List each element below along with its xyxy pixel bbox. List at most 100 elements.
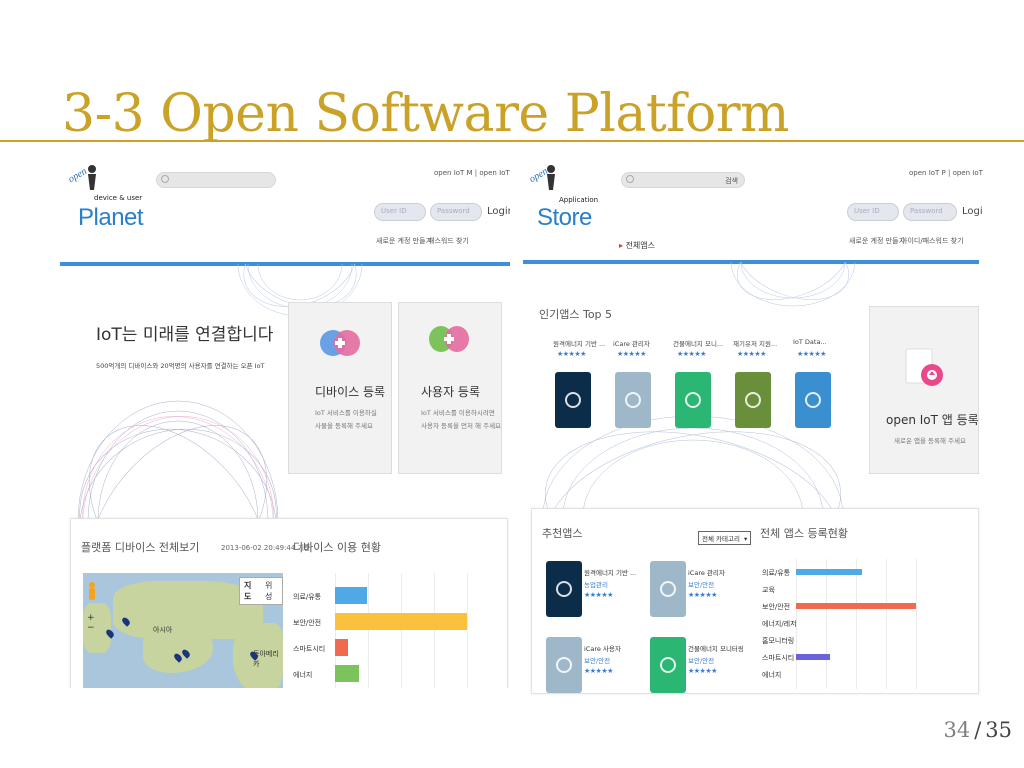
header-divider [60,262,510,266]
map-label-east: 동아메리카 [253,650,279,668]
power-icon-glyph [556,581,572,597]
planet-screenshot: open device & user Planet open IoT M | o… [60,156,510,688]
logo-subtitle: Application [559,196,599,204]
rating-stars: ★★★★★ [688,591,717,599]
rating-stars: ★★★★★ [617,350,646,358]
grid-line [434,573,435,688]
rating-stars: ★★★★★ [737,350,766,358]
category-dropdown-value: 전체 카테고리 [702,535,740,543]
sensor-icon-glyph [745,392,761,408]
app-name: iCare 관리자 [613,340,650,348]
bar-label: 보안/안전 [762,603,791,611]
app-name[interactable]: iCare 사용자 [584,643,621,653]
bar [796,603,916,609]
find-password-link[interactable]: 패스워드 찾기 [428,236,469,246]
bar [335,639,349,656]
app-name[interactable]: 건물에너지 모니터링 [688,643,744,653]
signup-link[interactable]: 새로운 계정 만들기 [376,236,432,246]
device-register-card[interactable]: 디바이스 등록 IoT 서비스를 이용하실 사물을 등록해 주세요 [288,302,392,474]
energy-icon-glyph [685,392,701,408]
top-links[interactable]: open IoT P | open IoT M [909,169,983,177]
map-toggle-map[interactable]: 지도 [240,578,261,604]
rating-stars: ★★★★★ [677,350,706,358]
store-bottom-panel: 추천앱스 전체 카테고리 ▾ 전체 앱스 등록현황 의료/유통 교육 보안/안전 에너… [531,508,979,694]
login-button[interactable]: Login [962,206,983,217]
street-view-icon[interactable] [87,581,97,601]
register-app-card[interactable]: open IoT 앱 등록 새로운 앱을 등록해 주세요 [869,306,979,474]
energy-icon-glyph [660,657,676,673]
page-current: 34 [943,718,971,742]
top-links[interactable]: open IoT M | open IoT S [434,169,510,177]
grid-line [467,573,468,688]
bar-label: 의료/유통 [293,592,322,601]
page-total: 35 [985,718,1012,742]
search-icon [626,175,634,183]
user-register-desc-2: 사용자 등록을 먼저 해 주세요 [421,422,502,430]
power-icon[interactable] [555,372,591,428]
bar [335,587,367,604]
decorative-pattern [730,262,856,307]
app-register-icon [905,348,943,386]
app-category: 보안/안전 [688,657,715,665]
password-field[interactable]: Password [430,203,482,221]
grid-line [856,559,857,689]
bar [335,665,359,682]
app-category: 농업관리 [584,581,608,589]
logo-subtitle: device & user [94,194,143,202]
bar [335,613,467,630]
app-name[interactable]: 원격에너지 기반 ... [584,567,636,577]
device-overview-title: 플랫폼 디바이스 전체보기 [81,541,200,554]
user-add-icon [429,326,469,352]
register-app-subtitle: 새로운 앱을 등록해 주세요 [894,437,966,445]
hero-title: IoT는 미래를 연결합니다 [96,325,274,345]
category-dropdown[interactable]: 전체 카테고리 ▾ [698,531,752,545]
device-map[interactable]: 아시아 동아메리카 지도 위성 + − [83,573,283,688]
password-field[interactable]: Password [903,203,957,221]
energy-icon[interactable] [675,372,711,428]
user-id-field[interactable]: User ID [847,203,899,221]
find-account-link[interactable]: 아이디/패스워드 찾기 [901,236,964,246]
icare-icon[interactable] [546,637,582,693]
header-divider [523,260,979,264]
map-label-asia: 아시아 [153,626,173,634]
app-name[interactable]: iCare 관리자 [688,567,725,577]
device-register-title: 디바이스 등록 [315,385,386,399]
search-input[interactable]: 검색 [621,172,745,188]
search-icon [161,175,169,183]
register-app-title: open IoT 앱 등록 [886,413,979,427]
map-type-toggle[interactable]: 지도 위성 [239,577,283,605]
sensor-icon[interactable] [735,372,771,428]
signup-link[interactable]: 새로운 계정 만들기 [849,236,905,246]
page-number: 34/35 [943,718,1012,742]
grid-line [826,559,827,689]
bar [796,569,862,575]
zoom-controls[interactable]: + − [87,613,95,633]
reg-status-chart: 의료/유통 교육 보안/안전 에너지/레저 홈모니터링 스마트시티 에너지 [760,559,970,689]
nav-arrow-icon: ▸ [619,241,624,250]
icare-icon-glyph [556,657,572,673]
grid-line [401,573,402,688]
search-input[interactable] [156,172,276,188]
slide-title: 3-3 Open Software Platform [62,84,789,144]
hero-subtitle: 500억개의 디바이스와 20억명의 사용자를 연결하는 오픈 IoT [96,362,265,370]
device-register-desc-2: 사물을 등록해 주세요 [315,422,373,430]
power-icon[interactable] [546,561,582,617]
app-name: 건물에너지 모니... [673,340,724,348]
user-id-field[interactable]: User ID [374,203,426,221]
usage-title: 디바이스 이용 현황 [293,541,381,554]
nav-all-apps[interactable]: ▸ 전체앱스 [619,240,655,251]
user-register-card[interactable]: 사용자 등록 IoT 서비스를 이용하시려면 사용자 등록을 먼저 해 주세요 [398,302,502,474]
bar-label: 교육 [762,586,775,594]
icare-icon[interactable] [650,561,686,617]
login-button[interactable]: Login [487,206,510,217]
energy-icon[interactable] [650,637,686,693]
icare-icon-glyph [625,392,641,408]
reg-status-title: 전체 앱스 등록현황 [760,527,848,540]
map-toggle-satellite[interactable]: 위성 [261,578,282,604]
app-category: 보안/안전 [584,657,611,665]
icare-icon[interactable] [615,372,651,428]
mashup-icon[interactable] [795,372,831,428]
search-button[interactable]: 검색 [725,176,738,186]
device-overview-panel: 플랫폼 디바이스 전체보기 2013-06-02 20:49:44 기준 디바이… [70,518,508,688]
bar-label: 에너지 [293,670,313,679]
